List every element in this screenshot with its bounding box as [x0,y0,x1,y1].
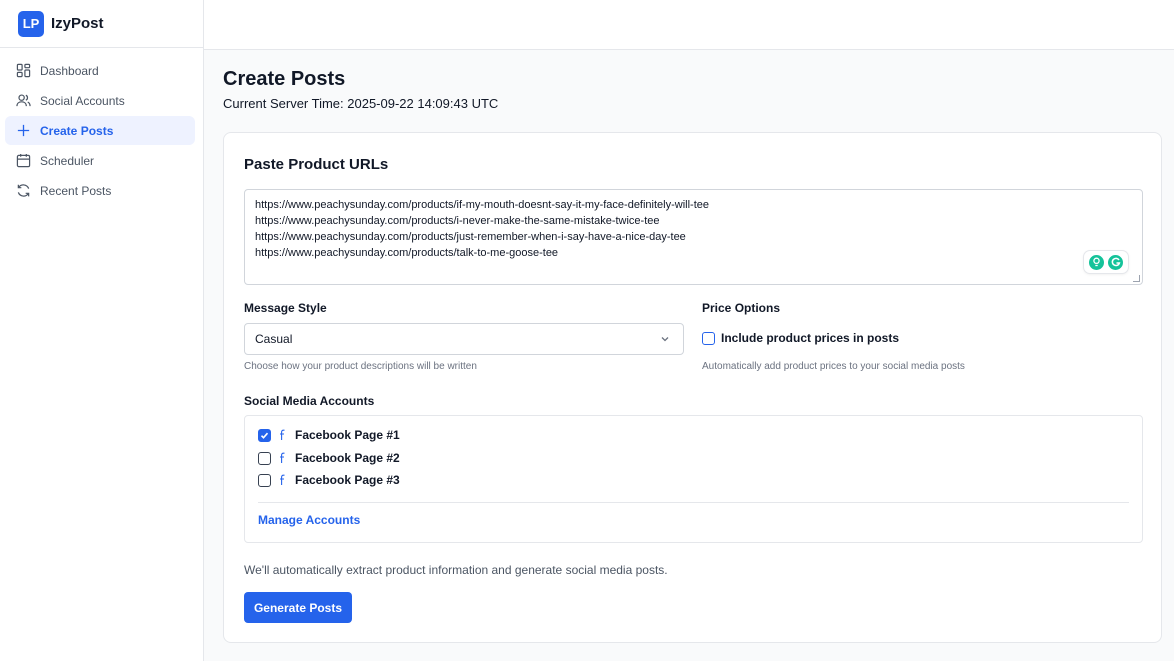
page-title: Create Posts [223,68,346,90]
account-label: Facebook Page #1 [295,428,400,442]
product-urls-textarea[interactable]: https://www.peachysunday.com/products/if… [244,189,1143,285]
refresh-icon [15,183,31,199]
sidebar: LP IzyPost Dashboard Social Accounts Cre… [0,0,204,661]
sidebar-item-label: Create Posts [40,123,114,138]
account-label: Facebook Page #3 [295,473,400,487]
sidebar-item-create-posts[interactable]: Create Posts [5,116,195,145]
create-posts-card: Paste Product URLs https://www.peachysun… [223,132,1162,643]
extraction-note: We'll automatically extract product info… [244,563,668,577]
url-line: https://www.peachysunday.com/products/ju… [255,231,686,243]
sidebar-item-dashboard[interactable]: Dashboard [5,56,195,85]
social-accounts-label: Social Media Accounts [244,394,375,408]
account-checkbox[interactable] [258,451,271,465]
accounts-list: Facebook Page #1 Facebook Page #2 Facebo… [244,415,1143,543]
include-prices-checkbox[interactable] [702,331,715,345]
account-label: Facebook Page #2 [295,451,400,465]
message-style-value: Casual [255,332,293,346]
account-checkbox[interactable] [258,428,271,442]
account-item[interactable]: Facebook Page #3 [258,473,400,487]
account-item[interactable]: Facebook Page #2 [258,451,400,465]
url-line: https://www.peachysunday.com/products/ta… [255,247,559,259]
grammarly-icon[interactable] [1108,254,1123,270]
account-checkbox[interactable] [258,473,271,487]
lightbulb-icon[interactable] [1089,254,1104,270]
url-line: https://www.peachysunday.com/products/if… [255,199,710,211]
resize-handle-icon[interactable] [1133,275,1140,282]
sidebar-item-scheduler[interactable]: Scheduler [5,146,195,175]
manage-accounts-link[interactable]: Manage Accounts [258,513,360,527]
dashboard-icon [15,63,31,79]
sidebar-item-label: Recent Posts [40,183,112,198]
message-style-label: Message Style [244,301,327,315]
url-line: https://www.peachysunday.com/products/i-… [255,215,660,227]
grammarly-widget[interactable] [1084,251,1128,273]
divider [258,502,1129,503]
chevron-down-icon [661,337,669,342]
page-header: Create Posts Current Server Time: 2025-0… [223,68,1162,111]
users-icon [15,93,31,109]
include-prices-option[interactable]: Include product prices in posts [702,331,899,345]
sidebar-item-social-accounts[interactable]: Social Accounts [5,86,195,115]
message-style-select[interactable]: Casual [244,323,684,355]
account-item[interactable]: Facebook Page #1 [258,428,400,442]
sidebar-item-recent-posts[interactable]: Recent Posts [5,176,195,205]
app-name: IzyPost [51,15,104,32]
facebook-icon [277,429,287,441]
facebook-icon [277,474,287,486]
sidebar-item-label: Dashboard [40,63,99,78]
sidebar-nav: Dashboard Social Accounts Create Posts S… [0,48,203,205]
facebook-icon [277,452,287,464]
plus-icon [15,123,31,139]
message-style-hint: Choose how your product descriptions wil… [244,361,477,372]
top-bar [204,0,1174,50]
app-logo: LP [18,10,44,37]
include-prices-label: Include product prices in posts [721,331,900,345]
sidebar-item-label: Scheduler [40,153,95,168]
brand[interactable]: LP IzyPost [0,0,203,48]
server-time: Current Server Time: 2025-09-22 14:09:43… [223,96,499,111]
calendar-icon [15,153,31,169]
sidebar-item-label: Social Accounts [40,93,125,108]
generate-posts-button[interactable]: Generate Posts [244,592,352,623]
urls-section-title: Paste Product URLs [244,156,389,173]
price-options-label: Price Options [702,301,781,315]
price-options-hint: Automatically add product prices to your… [702,361,965,372]
